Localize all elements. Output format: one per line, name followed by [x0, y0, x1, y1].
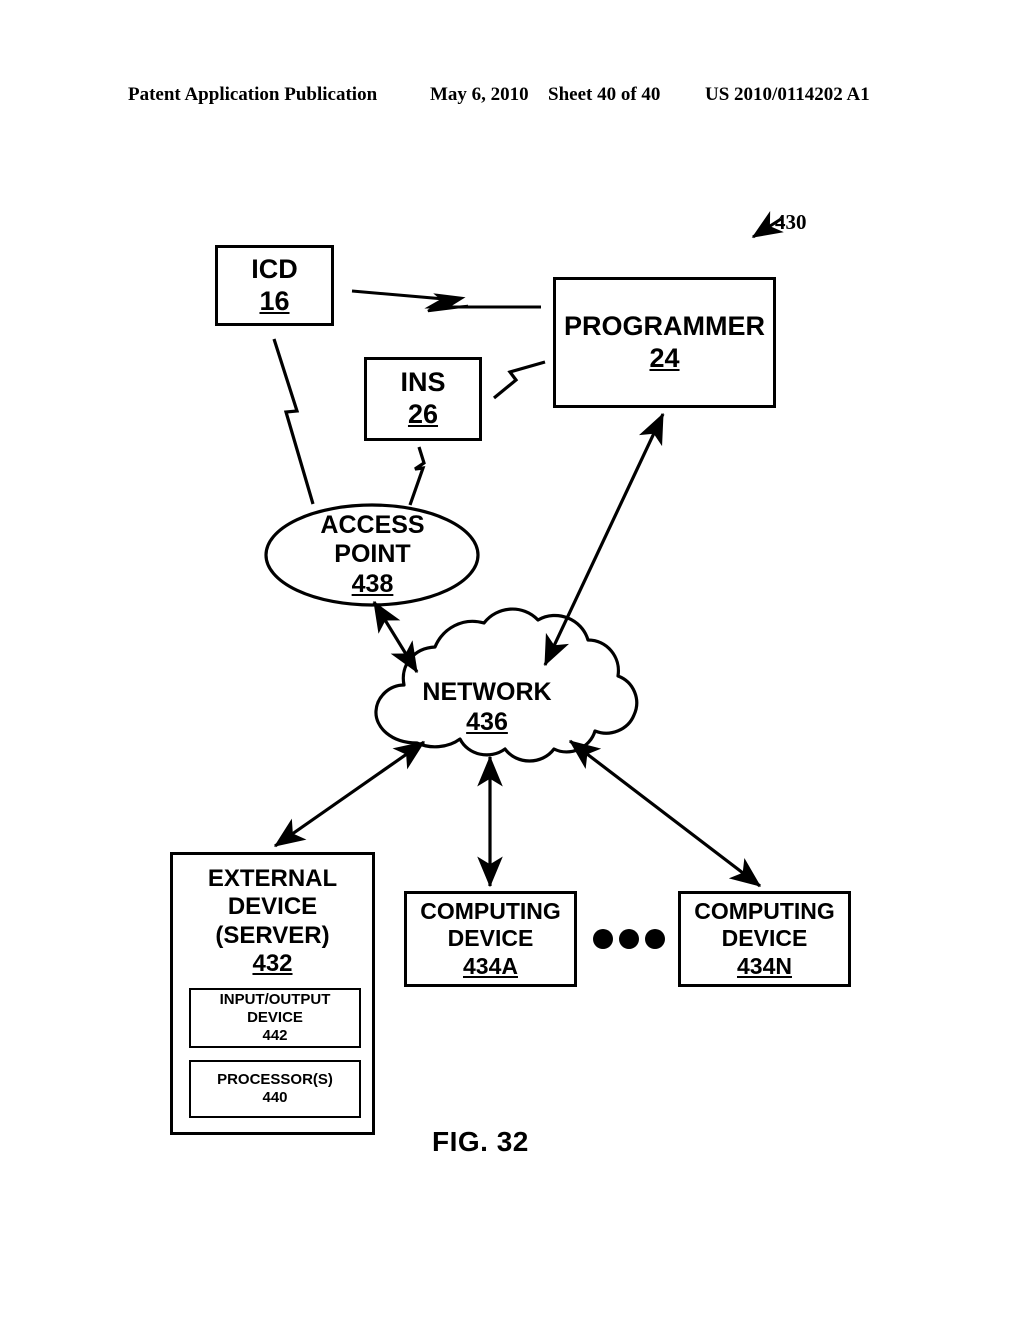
node-computing-device-n-label-line2: DEVICE: [721, 925, 808, 952]
node-computing-device-a[interactable]: COMPUTING DEVICE 434A: [404, 891, 577, 987]
node-external-device-label-line3: (SERVER): [215, 921, 330, 949]
node-programmer-label: PROGRAMMER: [564, 310, 765, 341]
wireless-bolt-icd-access-point: [272, 338, 315, 505]
subnode-io-ref: 442: [262, 1027, 288, 1045]
subnode-processors-ref: 440: [262, 1089, 288, 1106]
ellipsis-dot-3: [645, 929, 665, 949]
node-computing-device-a-label-line1: COMPUTING: [420, 898, 561, 925]
arrow-programmer-network: [543, 412, 665, 667]
node-programmer-ref: 24: [649, 342, 680, 373]
node-ins-label: INS: [400, 367, 446, 398]
wireless-bolt-ins-access-point: [408, 446, 426, 506]
ellipsis-dot-1: [593, 929, 613, 949]
subnode-input-output-device[interactable]: INPUT/OUTPUT DEVICE 442: [189, 988, 361, 1048]
node-access-point[interactable]: ACCESS POINT 438: [266, 505, 479, 605]
node-icd-ref: 16: [259, 285, 290, 316]
node-computing-device-a-ref: 434A: [463, 952, 518, 979]
node-computing-device-n-ref: 434N: [737, 952, 792, 979]
node-icd[interactable]: ICD 16: [215, 245, 334, 326]
node-computing-device-n-label-line1: COMPUTING: [694, 898, 835, 925]
node-access-point-label-line1: ACCESS: [320, 510, 425, 539]
reference-numeral-430: 430: [775, 210, 807, 234]
node-external-device-label-line2: DEVICE: [227, 893, 318, 921]
node-external-device-title: EXTERNAL DEVICE (SERVER) 432: [173, 865, 372, 978]
node-access-point-label-line2: POINT: [334, 540, 411, 569]
node-icd-label: ICD: [251, 253, 298, 284]
node-ins-ref: 26: [407, 399, 439, 429]
node-external-device-ref: 432: [252, 949, 293, 977]
subnode-io-label-line2: DEVICE: [247, 1008, 303, 1026]
node-computing-device-a-label-line2: DEVICE: [447, 925, 534, 952]
subnode-processors-label: PROCESSOR(S): [217, 1070, 333, 1088]
ellipsis-dots-icon: [593, 927, 665, 951]
patent-figure: 430 ICD 16 INS 26 PROGRAMMER 24 ACCESS P…: [0, 0, 1024, 1320]
figure-caption: FIG. 32: [432, 1126, 529, 1157]
wireless-bolt-ins-programmer: [492, 360, 546, 400]
node-access-point-ref: 438: [351, 569, 394, 598]
node-network[interactable]: NETWORK 436: [372, 655, 602, 760]
node-programmer[interactable]: PROGRAMMER 24: [553, 277, 776, 408]
node-network-label: NETWORK: [422, 678, 552, 706]
subnode-io-label-line1: INPUT/OUTPUT: [219, 990, 331, 1008]
node-ins[interactable]: INS 26: [364, 357, 482, 441]
ellipsis-dot-2: [619, 929, 639, 949]
arrow-network-computing-device-n: [568, 739, 762, 888]
node-external-device[interactable]: EXTERNAL DEVICE (SERVER) 432 INPUT/OUTPU…: [170, 852, 375, 1135]
node-network-ref: 436: [466, 707, 508, 736]
node-external-device-label-line1: EXTERNAL: [207, 865, 338, 892]
subnode-processors[interactable]: PROCESSOR(S) 440: [189, 1060, 361, 1118]
node-computing-device-n[interactable]: COMPUTING DEVICE 434N: [678, 891, 851, 987]
